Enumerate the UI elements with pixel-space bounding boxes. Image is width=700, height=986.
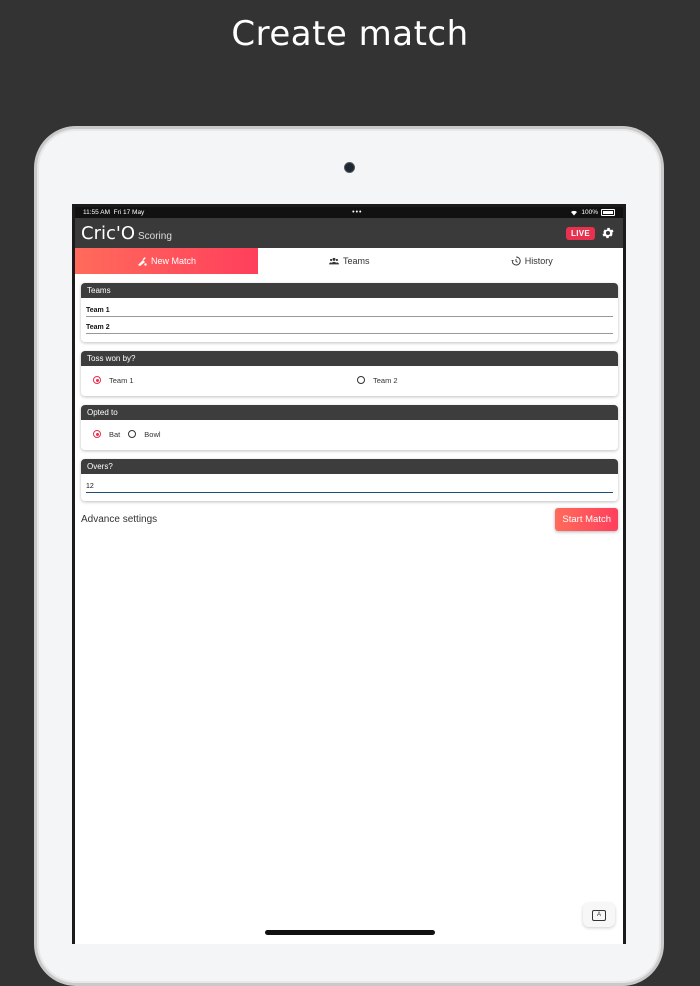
opted-option-bowl-label: Bowl: [144, 429, 161, 439]
status-bar: 11:55 AM Fri 17 May ••• 100%: [75, 207, 623, 218]
camera-icon: [344, 162, 355, 173]
teams-card-body: Team 1 Team 2: [81, 298, 618, 342]
overs-input[interactable]: 12: [86, 480, 613, 493]
app-title: Cric'O: [81, 222, 135, 244]
overs-card: Overs? 12: [81, 459, 618, 501]
tab-teams[interactable]: Teams: [258, 248, 441, 274]
multitask-dots[interactable]: •••: [352, 209, 362, 216]
footer-actions: Advance settings Start Match: [81, 508, 618, 531]
opted-card-title: Opted to: [81, 405, 618, 420]
home-indicator[interactable]: [265, 930, 435, 935]
radio-selected-icon[interactable]: [93, 376, 101, 384]
toss-options: Team 1 Team 2: [93, 370, 613, 390]
toss-option-team2-label: Team 2: [373, 375, 398, 385]
tab-teams-label: Teams: [342, 256, 370, 266]
team1-field[interactable]: Team 1: [86, 304, 613, 317]
overs-card-title: Overs?: [81, 459, 618, 474]
status-date: Fri 17 May: [113, 209, 145, 216]
cricket-bat-icon: [137, 257, 147, 266]
advance-settings-link[interactable]: Advance settings: [81, 514, 157, 525]
opted-card: Opted to Bat Bowl: [81, 405, 618, 450]
start-match-button[interactable]: Start Match: [555, 508, 618, 531]
app-brand: Cric'O Scoring: [81, 223, 172, 244]
toss-card-title: Toss won by?: [81, 351, 618, 366]
keyboard-toggle-button[interactable]: A: [583, 903, 615, 927]
wifi-icon: [571, 210, 578, 215]
opted-option-bat[interactable]: Bat: [93, 430, 120, 439]
toss-card: Toss won by? Team 1 Team 2: [81, 351, 618, 396]
battery-icon: [600, 209, 615, 216]
toss-option-team1-label: Team 1: [109, 375, 134, 385]
teams-card: Teams Team 1 Team 2: [81, 283, 618, 342]
app-screen: 11:55 AM Fri 17 May ••• 100% Cric'O Scor…: [72, 204, 626, 944]
tab-history-label: History: [524, 256, 553, 266]
live-button[interactable]: LIVE: [566, 226, 595, 240]
overs-card-body: 12: [81, 474, 618, 501]
opted-options: Bat Bowl: [93, 424, 613, 444]
opted-card-body: Bat Bowl: [81, 420, 618, 450]
radio-unselected-icon[interactable]: [357, 376, 365, 384]
people-icon: [328, 257, 339, 265]
app-subtitle: Scoring: [137, 230, 172, 242]
battery-percent: 100%: [581, 209, 598, 216]
radio-selected-icon[interactable]: [93, 430, 101, 438]
status-right: 100%: [570, 209, 615, 216]
app-bar: Cric'O Scoring LIVE: [75, 218, 623, 248]
gear-icon[interactable]: [601, 226, 615, 240]
page-headline: Create match: [231, 14, 469, 54]
status-time: 11:55 AM: [83, 209, 110, 216]
toss-option-team2[interactable]: Team 2: [357, 376, 398, 385]
tab-new-match[interactable]: New Match: [75, 248, 258, 274]
opted-option-bat-label: Bat: [109, 429, 121, 439]
tab-history[interactable]: History: [441, 248, 624, 274]
app-bar-actions: LIVE: [566, 226, 615, 240]
opted-option-bowl[interactable]: Bowl: [128, 429, 161, 439]
toss-option-team1[interactable]: Team 1: [93, 376, 357, 385]
toss-card-body: Team 1 Team 2: [81, 366, 618, 396]
radio-unselected-icon[interactable]: [128, 430, 137, 438]
history-icon: [511, 256, 521, 266]
team2-field[interactable]: Team 2: [86, 321, 613, 334]
tab-new-match-label: New Match: [150, 256, 196, 266]
tab-bar: New Match Teams History: [75, 248, 623, 274]
status-time-date: 11:55 AM Fri 17 May: [83, 209, 144, 216]
teams-card-title: Teams: [81, 283, 618, 298]
keyboard-icon: A: [592, 909, 606, 921]
